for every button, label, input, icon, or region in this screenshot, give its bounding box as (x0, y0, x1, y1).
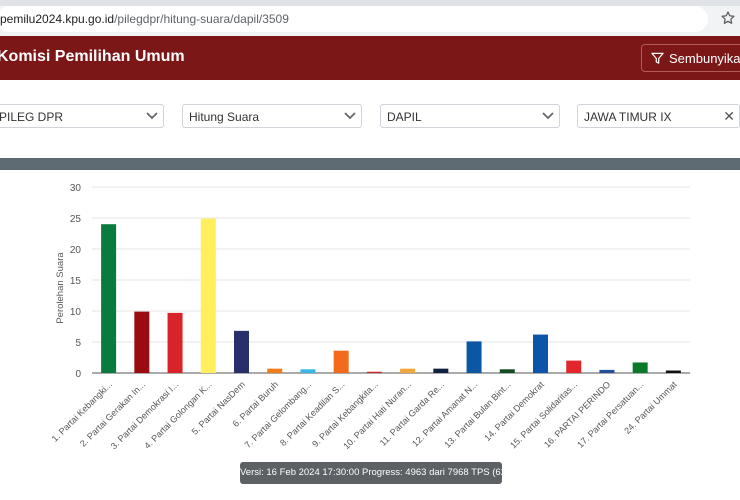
x-tick-label: 16. PARTAI PERINDO (542, 379, 612, 449)
bar (366, 371, 382, 373)
bar (234, 330, 249, 373)
bar (101, 224, 117, 373)
version-tooltip: Versi: 16 Feb 2024 17:30:00 Progress: 49… (240, 462, 531, 484)
bar (632, 362, 648, 373)
y-tick-label: 0 (75, 369, 81, 380)
x-tick-label: 9. Partai Kebangkita... (310, 379, 380, 449)
page-title: Komisi Pemilihan Umum (0, 48, 185, 65)
bar (300, 369, 316, 373)
vote-chart: 0 5 10 15 20 25 30 Perolehan Suara 1. Partai Keb… (0, 170, 740, 500)
y-tick-label: 15 (70, 276, 82, 287)
x-tick-label: 11. Partai Garda Re... (378, 379, 447, 448)
bar (499, 369, 515, 373)
bar (665, 370, 681, 373)
level-select-value: DAPIL (387, 110, 422, 124)
filter-icon (651, 52, 664, 64)
election-select-value: PILEG DPR (0, 110, 64, 124)
x-tick-label: 14. Partai Demokrat (482, 379, 546, 443)
election-select[interactable]: PILEG DPR (0, 104, 164, 128)
star-outline-icon[interactable] (720, 10, 736, 26)
bar (599, 369, 615, 373)
y-tick-label: 25 (70, 214, 82, 225)
y-tick-label: 5 (75, 338, 81, 349)
address-bar[interactable]: pemilu2024.kpu.go.id/pilegdpr/hitung-sua… (0, 6, 708, 32)
url-host: pemilu2024.kpu.go.id (0, 12, 115, 26)
view-select-value: Hitung Suara (189, 110, 260, 124)
url-text[interactable]: pemilu2024.kpu.go.id/pilegdpr/hitung-sua… (0, 12, 289, 26)
bar-chart: 0 5 10 15 20 25 30 Perolehan Suara 1. Partai Keb… (50, 183, 690, 451)
chevron-down-icon (344, 112, 356, 120)
bar (200, 218, 216, 373)
bar (466, 341, 482, 373)
hide-button-label: Sembunyikan (669, 51, 740, 66)
bar (433, 368, 449, 373)
bar (400, 368, 416, 373)
chevron-down-icon (542, 112, 554, 120)
section-divider (0, 158, 740, 170)
region-select-value: JAWA TIMUR IX (584, 110, 672, 124)
x-tick-label: 8. Partai Keadilan S... (278, 379, 347, 448)
level-select[interactable]: DAPIL (380, 104, 560, 128)
filter-bar: PILEG DPR Hitung Suara DAPIL JAWA TIMUR … (0, 80, 740, 158)
close-icon[interactable]: ✕ (723, 108, 735, 125)
bar (533, 334, 548, 373)
x-tick-label: 2. Partai Gerakan In... (78, 379, 147, 448)
y-axis-label: Perolehan Suara (55, 252, 66, 324)
x-tick-label: 17. Partai Persatuan... (575, 379, 645, 449)
y-tick-label: 20 (70, 245, 82, 256)
app-header: Komisi Pemilihan Umum Sembunyikan (0, 36, 740, 80)
region-select[interactable]: JAWA TIMUR IX ✕ (577, 104, 740, 128)
x-tick-label: 1. Partai Kebangki... (50, 379, 114, 443)
bar (134, 311, 150, 373)
y-tick-label: 30 (70, 183, 82, 194)
x-tick-label: 12. Partai Amanat N... (410, 379, 479, 448)
bar (167, 312, 183, 373)
x-tick-label: 13. Partai Bulan Bint... (442, 379, 512, 449)
bar (267, 368, 283, 373)
browser-bar: pemilu2024.kpu.go.id/pilegdpr/hitung-sua… (0, 0, 740, 37)
y-tick-label: 10 (70, 307, 82, 318)
chevron-down-icon (146, 112, 158, 120)
bar (333, 350, 349, 373)
url-path: /pilegdpr/hitung-suara/dapil/3509 (114, 12, 289, 26)
hide-button[interactable]: Sembunyikan (641, 44, 740, 72)
bar (566, 360, 582, 373)
view-select[interactable]: Hitung Suara (182, 104, 362, 128)
